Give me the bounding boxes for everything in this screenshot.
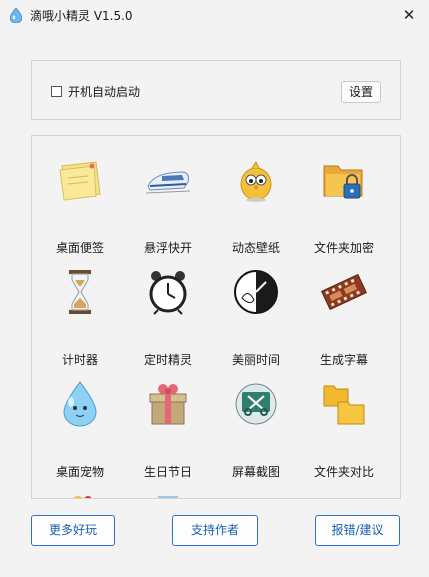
chick-icon [240,161,272,202]
tool-beautiful-time[interactable]: 美丽时间 [212,268,300,378]
checkbox-box[interactable] [51,86,62,97]
tool-label: 美丽时间 [231,353,280,367]
autostart-label: 开机自动启动 [68,85,141,99]
startup-group: 开机自动启动 设置 [31,60,401,120]
tool-generate-subtitles[interactable]: 生成字幕 [300,268,388,378]
tool-partial-2[interactable] [124,492,212,498]
tool-label: 桌面便签 [55,241,104,255]
tool-label: 桌面宠物 [55,465,104,479]
tool-label: 文件夹加密 [313,241,374,255]
settings-button[interactable]: 设置 [341,81,381,103]
tool-desktop-pet[interactable]: 桌面宠物 [36,380,124,490]
report-suggest-button[interactable]: 报错/建议 [315,515,400,546]
tool-birthdays-holidays[interactable]: 生日节日 [124,380,212,490]
bullet-train-icon [145,171,191,194]
close-icon[interactable]: ✕ [397,4,421,26]
tool-screenshot[interactable]: 屏幕截图 [212,380,300,490]
partial-icon [73,496,92,498]
tool-label: 动态壁纸 [231,241,280,255]
tool-partial-1[interactable] [36,492,124,498]
tool-desktop-notes[interactable]: 桌面便签 [36,156,124,266]
autostart-checkbox[interactable]: 开机自动启动 [51,83,140,100]
tool-live-wallpaper[interactable]: 动态壁纸 [212,156,300,266]
tool-folder-encrypt[interactable]: 文件夹加密 [300,156,388,266]
tool-label: 计时器 [61,353,98,367]
support-author-button[interactable]: 支持作者 [172,515,258,546]
tool-scheduler[interactable]: 定时精灵 [124,268,212,378]
tool-label: 屏幕截图 [231,465,280,479]
tools-group: 桌面便签 悬浮快开 动态壁纸 文件夹加密 计时器 定时精灵 美丽时间 生成字幕 … [31,135,401,499]
window-title: 滴哦小精灵 V1.5.0 [30,9,133,23]
tool-quick-launch[interactable]: 悬浮快开 [124,156,212,266]
partial-icon [158,496,178,498]
tool-label: 悬浮快开 [143,241,192,255]
tool-label: 文件夹对比 [313,465,374,479]
tool-label: 生日节日 [143,465,192,479]
folder-compare-icon [323,385,365,425]
gift-box-icon [149,384,187,425]
tool-label: 生成字幕 [319,353,368,367]
screenshot-scissors-icon [235,383,277,425]
locked-folder-icon [323,165,363,199]
film-strip-icon [320,273,368,311]
tool-label: 定时精灵 [143,353,192,367]
clock-face-icon [234,270,278,314]
water-drop-app-icon [10,8,22,23]
alarm-clock-icon [149,271,187,315]
tool-timer[interactable]: 计时器 [36,268,124,378]
water-drop-pet-icon [63,381,97,427]
tool-folder-compare[interactable]: 文件夹对比 [300,380,388,490]
title-bar: 滴哦小精灵 V1.5.0 ✕ [0,0,429,30]
hourglass-icon [69,270,91,314]
sticky-note-icon [59,161,101,201]
more-fun-button[interactable]: 更多好玩 [31,515,115,546]
